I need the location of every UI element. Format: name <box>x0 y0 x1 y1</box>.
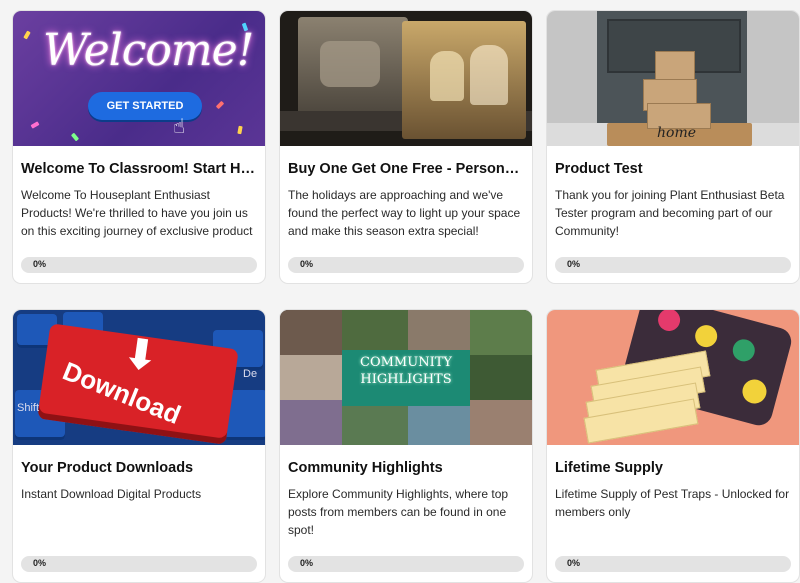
card-description: Lifetime Supply of Pest Traps - Unlocked… <box>555 487 790 519</box>
card-description: Instant Download Digital Products <box>21 487 202 501</box>
progress-label: 0% <box>33 259 47 269</box>
course-thumbnail: ⬇ Download Shift De <box>13 310 265 445</box>
course-thumbnail: COMMUNITY HIGHLIGHTS <box>280 310 532 445</box>
progress-label: 0% <box>567 558 581 568</box>
arrow-down-icon: ⬇ <box>120 328 162 381</box>
shift-key-label: Shift <box>17 402 40 414</box>
course-thumbnail: home <box>547 11 799 146</box>
progress-bar: 0% <box>288 257 524 273</box>
progress-label: 0% <box>300 259 314 269</box>
card-title[interactable]: Lifetime Supply <box>555 459 791 477</box>
course-card-product-test[interactable]: home Product Test Thank you for joining … <box>546 10 800 284</box>
progress-label: 0% <box>567 259 581 269</box>
course-thumbnail: Welcome! GET STARTED ☝ <box>13 11 265 146</box>
progress-bar: 0% <box>555 257 791 273</box>
side-key-label: De <box>243 368 258 380</box>
progress-bar: 0% <box>555 556 791 572</box>
card-title[interactable]: Buy One Get One Free - Personalized <box>288 160 524 178</box>
welcome-headline: Welcome! <box>43 25 254 76</box>
course-card-bogo[interactable]: Buy One Get One Free - Personalized The … <box>279 10 533 284</box>
community-sign: COMMUNITY HIGHLIGHTS <box>342 350 470 406</box>
course-thumbnail <box>547 310 799 445</box>
progress-bar: 0% <box>21 257 257 273</box>
card-description: Thank you for joining Plant Enthusiast B… <box>555 188 785 238</box>
sign-line-1: COMMUNITY <box>360 355 452 370</box>
course-card-downloads[interactable]: ⬇ Download Shift De Your Product Downloa… <box>12 309 266 583</box>
card-description: The holidays are approaching and we've f… <box>288 188 521 238</box>
progress-bar: 0% <box>288 556 524 572</box>
card-title[interactable]: Welcome To Classroom! Start Here <box>21 160 257 178</box>
card-title[interactable]: Product Test <box>555 160 791 178</box>
course-card-welcome[interactable]: Welcome! GET STARTED ☝ Welcome To Classr… <box>12 10 266 284</box>
course-thumbnail <box>280 11 532 146</box>
card-description: Welcome To Houseplant Enthusiast Product… <box>21 188 253 238</box>
card-title[interactable]: Community Highlights <box>288 459 524 477</box>
course-card-lifetime[interactable]: Lifetime Supply Lifetime Supply of Pest … <box>546 309 800 583</box>
card-title[interactable]: Your Product Downloads <box>21 459 257 477</box>
course-card-community[interactable]: COMMUNITY HIGHLIGHTS Community Highlight… <box>279 309 533 583</box>
doormat-text: home <box>657 125 697 141</box>
sign-line-2: HIGHLIGHTS <box>360 372 452 387</box>
progress-label: 0% <box>300 558 314 568</box>
progress-bar: 0% <box>21 556 257 572</box>
progress-label: 0% <box>33 558 47 568</box>
pointer-hand-icon: ☝ <box>173 116 186 138</box>
card-description: Explore Community Highlights, where top … <box>288 487 509 537</box>
